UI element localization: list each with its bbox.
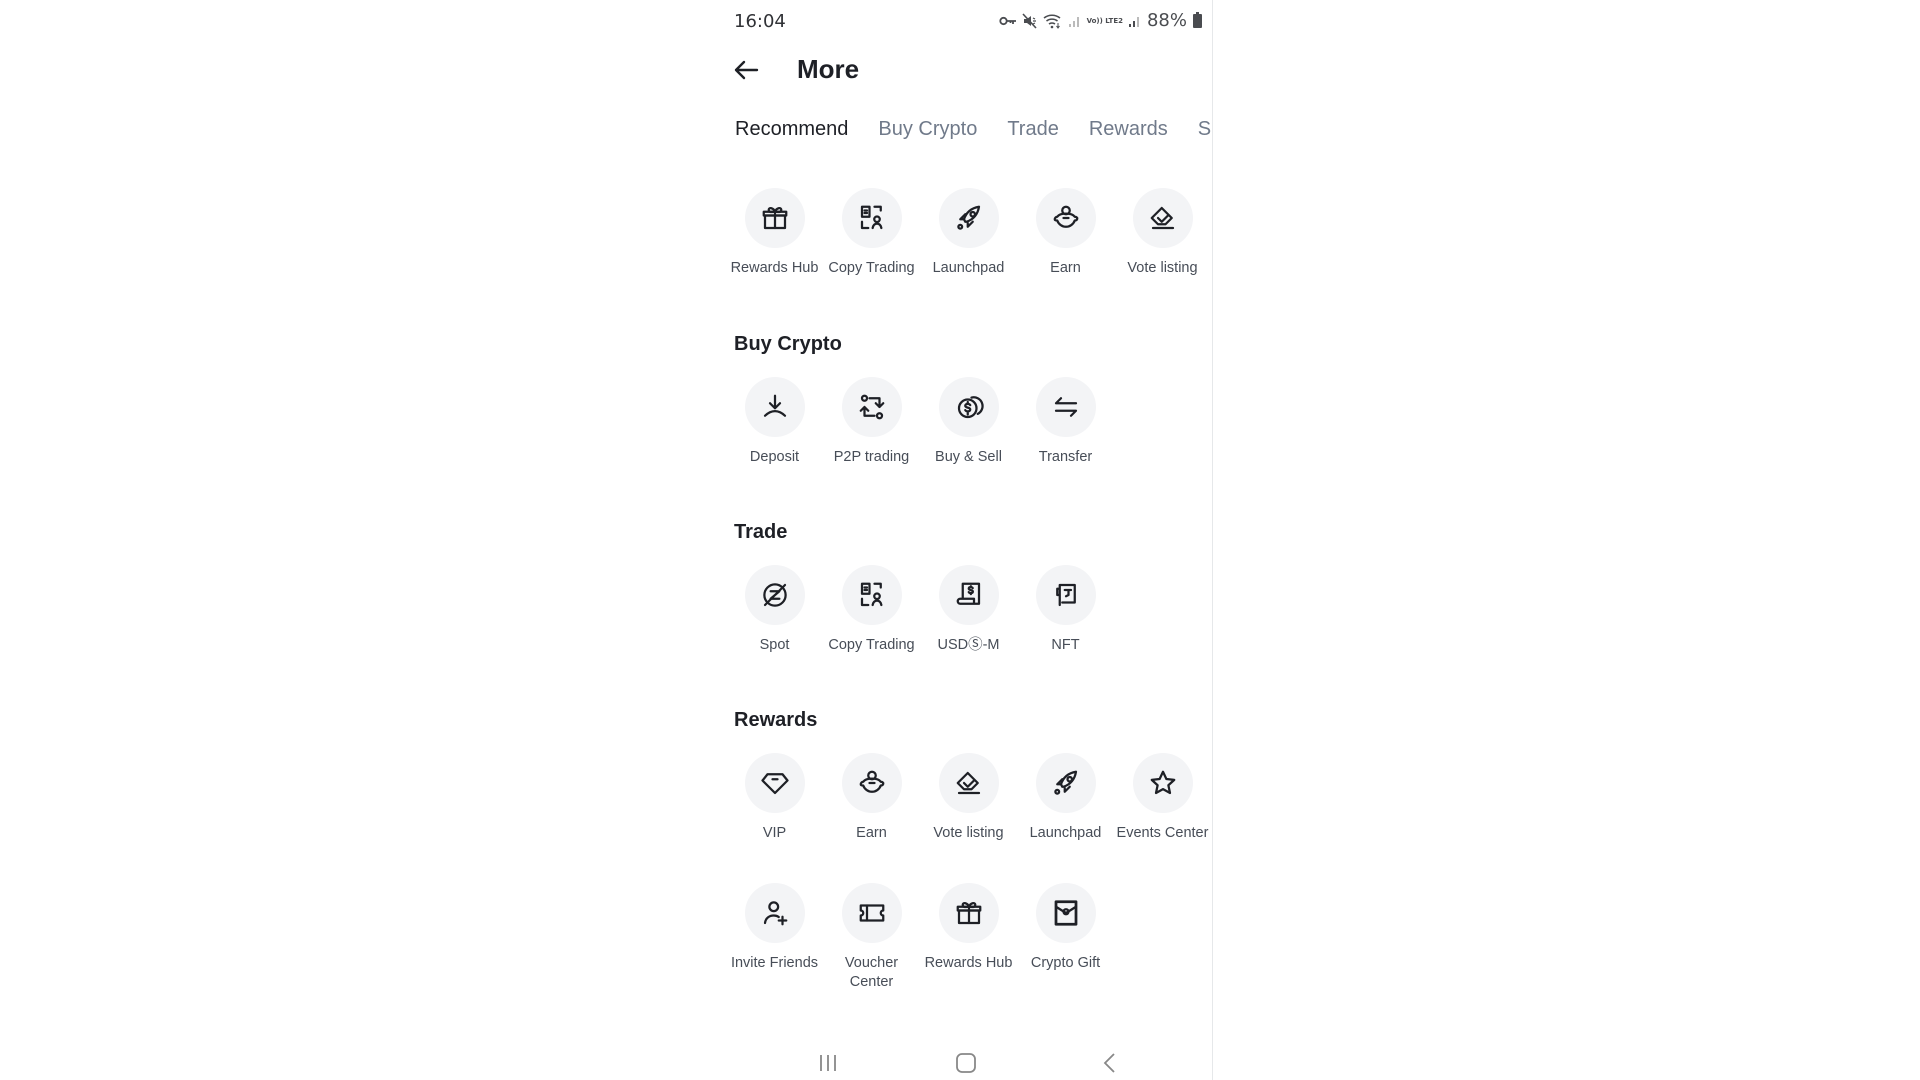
signal-icon — [1068, 11, 1082, 31]
coins-icon — [957, 396, 984, 419]
futures-icon — [956, 582, 980, 605]
page-title: More — [797, 54, 860, 84]
copy-trading-icon — [860, 205, 882, 230]
buy-crypto-grid: Deposit P2P trading Buy & Sell Transfer — [726, 377, 1114, 467]
piggy-bank-icon — [859, 770, 884, 793]
status-time: 16:04 — [734, 11, 786, 32]
events-center-button[interactable]: Events Center — [1114, 753, 1211, 843]
home-icon — [956, 1053, 976, 1073]
battery-icon — [1193, 11, 1202, 28]
rewards-grid-row-2: Invite Friends Voucher Center Rewards Hu… — [726, 883, 1114, 992]
copy-trading-icon — [860, 582, 882, 607]
wifi-icon — [1043, 11, 1063, 31]
p2p-icon — [859, 394, 884, 420]
vote-icon — [1150, 206, 1174, 230]
p2p-trading-button[interactable]: P2P trading — [823, 377, 920, 467]
tab-rewards[interactable]: Rewards — [1089, 118, 1168, 141]
star-icon — [1150, 770, 1175, 795]
trade-grid: Spot Copy Trading USDⓈ-M NFT — [726, 565, 1114, 655]
rocket-icon — [1053, 770, 1077, 795]
launchpad-rewards-button[interactable]: Launchpad — [1017, 753, 1114, 843]
back-chevron-icon — [1103, 1053, 1115, 1073]
copy-trading-button[interactable]: Copy Trading — [823, 188, 920, 278]
recent-apps-icon — [820, 1055, 836, 1071]
category-tabs: Recommend Buy Crypto Trade Rewards Sup — [735, 118, 1212, 141]
spot-icon — [762, 583, 787, 607]
system-back-button[interactable] — [1091, 1048, 1127, 1078]
recent-apps-button[interactable] — [810, 1048, 846, 1078]
rewards-hub-rewards-button[interactable]: Rewards Hub — [920, 883, 1017, 992]
recommend-grid: Rewards Hub Copy Trading Launchpad Earn … — [726, 188, 1211, 278]
transfer-icon — [1054, 397, 1077, 417]
spot-button[interactable]: Spot — [726, 565, 823, 655]
deposit-button[interactable]: Deposit — [726, 377, 823, 467]
mute-icon — [1021, 11, 1038, 31]
vpn-key-icon — [998, 11, 1017, 31]
tab-recommend[interactable]: Recommend — [735, 118, 848, 141]
volte-lte2-icon: Vo)) LTE2 — [1086, 16, 1123, 25]
section-title-buy-crypto: Buy Crypto — [734, 333, 842, 355]
signal-icon — [1128, 11, 1142, 31]
piggy-bank-icon — [1053, 205, 1078, 228]
rewards-hub-button[interactable]: Rewards Hub — [726, 188, 823, 278]
earn-button[interactable]: Earn — [1017, 188, 1114, 278]
invite-friends-button[interactable]: Invite Friends — [726, 883, 823, 992]
diamond-icon — [760, 773, 789, 795]
battery-percent: 88% — [1146, 10, 1187, 31]
earn-rewards-button[interactable]: Earn — [823, 753, 920, 843]
deposit-icon — [763, 394, 786, 417]
transfer-button[interactable]: Transfer — [1017, 377, 1114, 467]
nft-icon — [1055, 583, 1076, 607]
usds-m-futures-button[interactable]: USDⓈ-M — [920, 565, 1017, 655]
gift-icon — [762, 206, 787, 230]
section-title-rewards: Rewards — [734, 709, 818, 731]
home-button[interactable] — [948, 1048, 984, 1078]
rewards-grid-row-1: VIP Earn Vote listing Launchpad Events C… — [726, 753, 1211, 843]
envelope-icon — [1054, 900, 1077, 926]
voucher-center-button[interactable]: Voucher Center — [823, 883, 920, 992]
ticket-icon — [859, 904, 884, 922]
phone-screen: 16:04 Vo)) LTE2 88% More Recommend Buy C… — [720, 0, 1213, 1080]
vote-listing-rewards-button[interactable]: Vote listing — [920, 753, 1017, 843]
tab-support[interactable]: Sup — [1198, 118, 1212, 141]
gift-icon — [956, 901, 981, 925]
back-button[interactable] — [728, 52, 764, 88]
rocket-icon — [956, 205, 980, 230]
crypto-gift-button[interactable]: Crypto Gift — [1017, 883, 1114, 992]
vip-button[interactable]: VIP — [726, 753, 823, 843]
nft-button[interactable]: NFT — [1017, 565, 1114, 655]
vote-icon — [956, 771, 980, 795]
status-icons: Vo)) LTE2 88% — [998, 10, 1202, 31]
launchpad-button[interactable]: Launchpad — [920, 188, 1017, 278]
tab-trade[interactable]: Trade — [1007, 118, 1059, 141]
vote-listing-button[interactable]: Vote listing — [1114, 188, 1211, 278]
copy-trading-trade-button[interactable]: Copy Trading — [823, 565, 920, 655]
system-navigation-bar — [720, 1048, 1212, 1080]
buy-sell-button[interactable]: Buy & Sell — [920, 377, 1017, 467]
arrow-left-icon — [734, 60, 759, 80]
add-user-icon — [763, 901, 787, 926]
section-title-trade: Trade — [734, 521, 788, 543]
tab-buy-crypto[interactable]: Buy Crypto — [878, 118, 977, 141]
